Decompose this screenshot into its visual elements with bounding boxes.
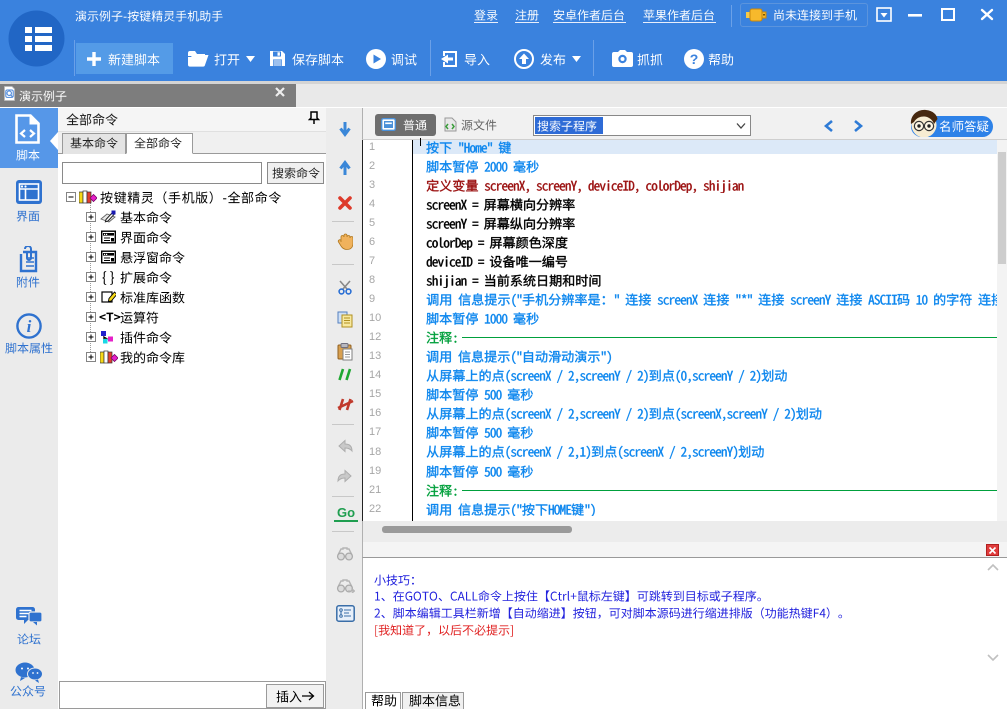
svg-text:i: i (27, 317, 32, 336)
svg-text:?: ? (690, 51, 699, 67)
